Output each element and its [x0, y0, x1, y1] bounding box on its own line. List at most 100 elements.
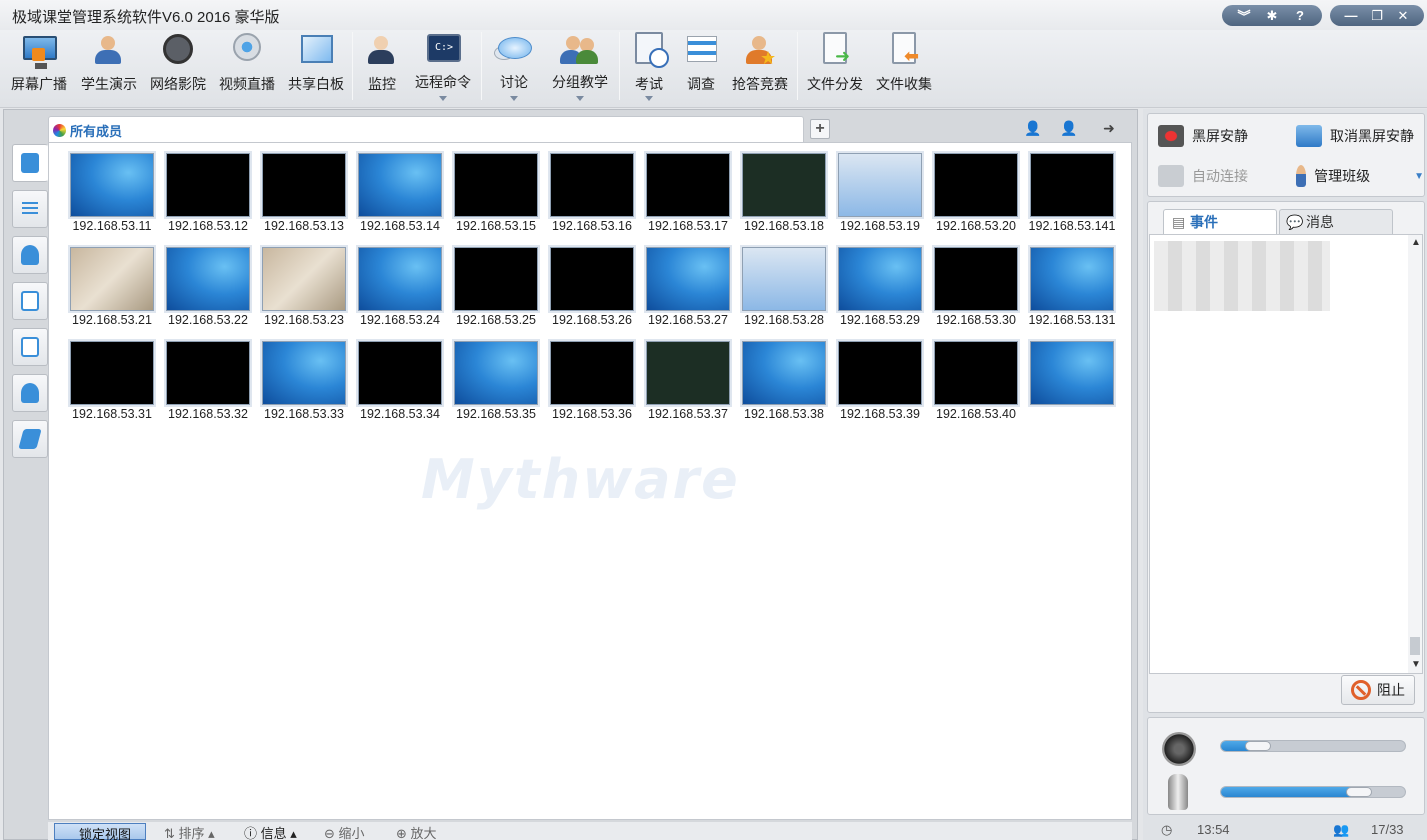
tab-events[interactable]: ▤ 事件 [1163, 209, 1277, 235]
student-computer-tile[interactable]: 192.168.53.27 [643, 247, 733, 337]
toolbar-separator [797, 32, 798, 100]
speaker-volume-knob[interactable] [1244, 741, 1271, 751]
student-computer-tile[interactable]: 192.168.53.33 [259, 341, 349, 431]
close-button[interactable]: ✕ [1392, 8, 1414, 24]
student-ip-label: 192.168.53.35 [456, 407, 536, 421]
student-computer-tile[interactable]: 192.168.53.34 [355, 341, 445, 431]
student-computer-tile[interactable]: 192.168.53.35 [451, 341, 541, 431]
student-computer-tile[interactable]: 192.168.53.26 [547, 247, 637, 337]
quiz-race-button[interactable]: ★ 抢答竞赛 [728, 30, 792, 108]
whiteboard-button[interactable]: 共享白板 [283, 30, 349, 108]
auto-connect-button[interactable]: 自动连接 [1150, 158, 1284, 194]
student-computer-tile[interactable]: 192.168.53.131 [1027, 247, 1117, 337]
microphone-volume-knob[interactable] [1346, 787, 1372, 797]
black-screen-button[interactable]: 黑屏安静 [1150, 118, 1284, 154]
info-button[interactable]: ⓘ 信息 ▴ [244, 823, 297, 840]
file-send-button[interactable]: ➜ 文件分发 [803, 30, 867, 108]
student-computer-tile[interactable]: 192.168.53.32 [163, 341, 253, 431]
student-computer-tile[interactable]: 192.168.53.22 [163, 247, 253, 337]
student-computer-tile[interactable]: 192.168.53.28 [739, 247, 829, 337]
student-computer-tile[interactable]: 192.168.53.141 [1027, 153, 1117, 243]
student-screen-thumbnail [838, 247, 922, 311]
student-computer-tile[interactable]: 192.168.53.21 [67, 247, 157, 337]
monitor-button[interactable]: 监控 [358, 30, 406, 108]
student-computer-tile[interactable] [1027, 341, 1117, 431]
student-computer-tile[interactable]: 192.168.53.29 [835, 247, 925, 337]
manage-class-icon [1296, 165, 1307, 187]
student-computer-tile[interactable]: 192.168.53.30 [931, 247, 1021, 337]
user-star-icon[interactable]: 👤 [1022, 120, 1044, 138]
student-computer-tile[interactable]: 192.168.53.39 [835, 341, 925, 431]
help-icon[interactable]: ? [1289, 8, 1311, 23]
screen-broadcast-button[interactable]: 屏幕广播 [6, 30, 72, 108]
scroll-down-icon[interactable]: ▼ [1411, 659, 1421, 670]
message-bubble-icon: 💬 [1286, 214, 1304, 230]
student-computer-tile[interactable]: 192.168.53.38 [739, 341, 829, 431]
student-computer-tile[interactable]: 192.168.53.24 [355, 247, 445, 337]
student-computer-tile[interactable]: 192.168.53.25 [451, 247, 541, 337]
speaker-icon [1162, 732, 1196, 766]
restore-button[interactable]: ❐ [1366, 8, 1388, 24]
side-tab-edit[interactable] [12, 420, 48, 458]
stop-button[interactable]: 阻止 [1341, 675, 1415, 705]
student-computer-tile[interactable]: 192.168.53.31 [67, 341, 157, 431]
side-tab-thumbnails[interactable] [12, 144, 48, 182]
student-computer-tile[interactable]: 192.168.53.16 [547, 153, 637, 243]
side-tab-user-remove[interactable] [12, 236, 48, 274]
zoom-out-button[interactable]: ⊖ 缩小 [324, 823, 365, 840]
sort-button[interactable]: ⇅ 排序 ▴ [164, 823, 215, 840]
settings-gear-icon[interactable]: ✱ [1261, 8, 1283, 24]
side-tab-user-star[interactable] [12, 374, 48, 412]
student-computer-tile[interactable]: 192.168.53.20 [931, 153, 1021, 243]
student-screen-thumbnail [262, 341, 346, 405]
student-computer-tile[interactable]: 192.168.53.14 [355, 153, 445, 243]
tab-all-members[interactable]: 所有成员 [53, 121, 122, 140]
exam-button[interactable]: 考试 [625, 30, 673, 108]
lock-view-button[interactable]: 锁定视图 [54, 823, 146, 840]
scroll-up-icon[interactable]: ▲ [1411, 237, 1421, 248]
manage-class-button[interactable]: 管理班级 ▼ [1288, 158, 1424, 194]
student-computer-tile[interactable]: 192.168.53.23 [259, 247, 349, 337]
group-teaching-button[interactable]: 分组教学 [547, 30, 613, 108]
event-scrollbar[interactable]: ▲ ▼ [1408, 235, 1422, 673]
survey-button[interactable]: 调查 [678, 30, 724, 108]
collapse-icon[interactable]: ︾ [1233, 6, 1255, 25]
zoom-in-button[interactable]: ⊕ 放大 [396, 823, 437, 840]
film-reel-icon [158, 30, 198, 68]
cancel-black-screen-button[interactable]: 取消黑屏安静 [1288, 118, 1424, 154]
student-computer-tile[interactable]: 192.168.53.13 [259, 153, 349, 243]
user-settings-icon[interactable]: 👤 [1058, 120, 1080, 138]
scroll-thumb[interactable] [1410, 637, 1420, 655]
network-cinema-button[interactable]: 网络影院 [145, 30, 211, 108]
microphone-volume-slider[interactable] [1220, 786, 1406, 798]
student-computer-tile[interactable]: 192.168.53.36 [547, 341, 637, 431]
student-computer-tile[interactable]: 192.168.53.11 [67, 153, 157, 243]
student-computer-tile[interactable]: 192.168.53.19 [835, 153, 925, 243]
discussion-button[interactable]: 讨论 [487, 30, 541, 108]
student-demo-button[interactable]: 学生演示 [76, 30, 142, 108]
file-collect-button[interactable]: ⬅ 文件收集 [872, 30, 936, 108]
student-ip-label: 192.168.53.38 [744, 407, 824, 421]
tab-messages[interactable]: 💬 消息 [1279, 209, 1393, 235]
side-tab-document[interactable] [12, 282, 48, 320]
event-list[interactable]: ▲ ▼ [1149, 234, 1423, 674]
remote-command-button[interactable]: C:> 远程命令 [410, 30, 476, 108]
student-computer-tile[interactable]: 192.168.53.17 [643, 153, 733, 243]
side-tab-schedule[interactable] [12, 328, 48, 366]
thumbnail-view-icon [21, 153, 39, 173]
user-remove-icon [21, 245, 39, 265]
zoom-in-label: 放大 [410, 826, 437, 840]
speaker-volume-slider[interactable] [1220, 740, 1406, 752]
side-tab-list[interactable] [12, 190, 48, 228]
minimize-button[interactable]: — [1340, 8, 1362, 23]
student-computer-tile[interactable]: 192.168.53.40 [931, 341, 1021, 431]
student-ip-label: 192.168.53.18 [744, 219, 824, 233]
student-computer-tile[interactable]: 192.168.53.12 [163, 153, 253, 243]
student-computer-tile[interactable]: 192.168.53.18 [739, 153, 829, 243]
add-group-button[interactable]: + [810, 119, 830, 139]
student-computer-tile[interactable]: 192.168.53.15 [451, 153, 541, 243]
video-live-button[interactable]: 视频直播 [214, 30, 280, 108]
student-ip-label: 192.168.53.36 [552, 407, 632, 421]
arrow-right-icon[interactable]: ➜ [1098, 120, 1120, 138]
student-computer-tile[interactable]: 192.168.53.37 [643, 341, 733, 431]
